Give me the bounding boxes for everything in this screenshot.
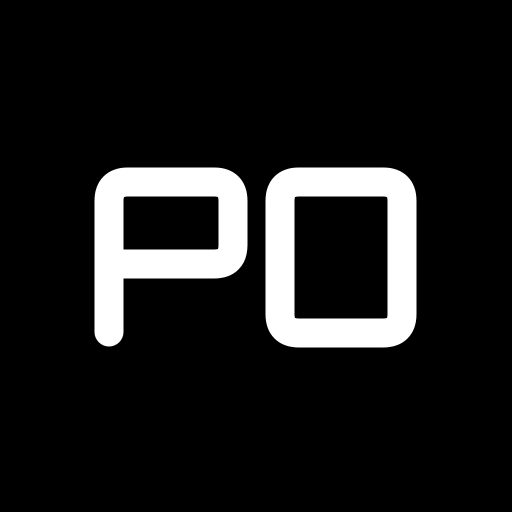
po-logo	[94, 167, 417, 348]
logo-letter-p	[94, 167, 248, 347]
app-icon-canvas: PO	[0, 0, 512, 512]
logo-letter-o	[265, 167, 417, 348]
